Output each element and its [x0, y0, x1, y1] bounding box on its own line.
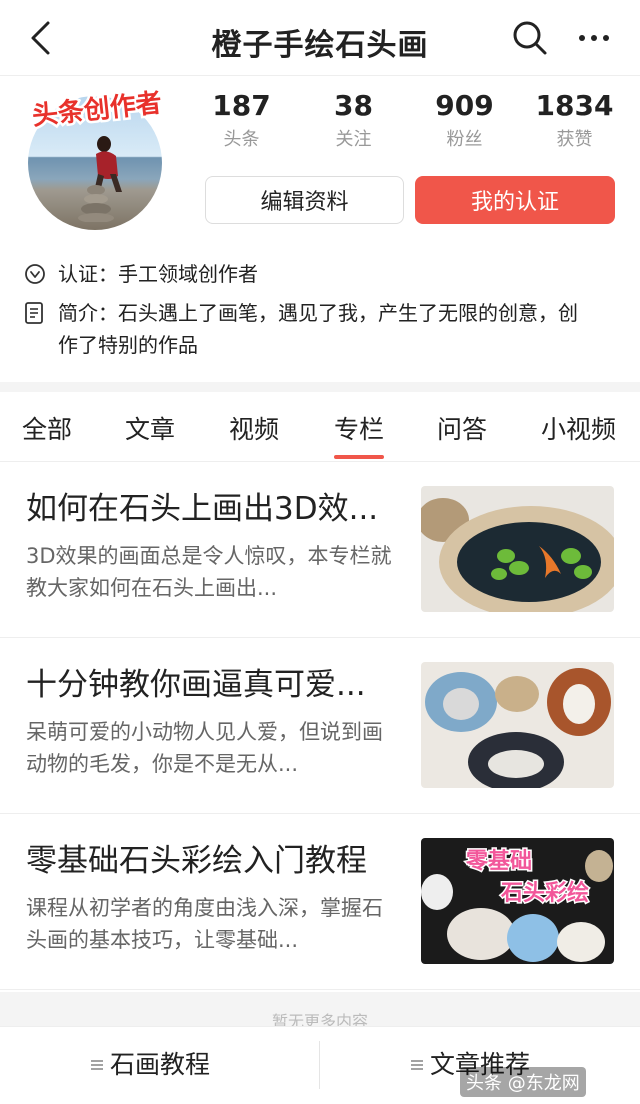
article-description: 3D效果的画面总是令人惊叹，本专栏就教大家如何在石头上画出...	[26, 544, 392, 600]
my-verification-button[interactable]: 我的认证	[415, 176, 615, 224]
creator-badge: 头条创作者	[28, 86, 165, 134]
section-divider	[0, 382, 640, 392]
stat-posts[interactable]: 187 头条	[186, 88, 297, 156]
list-item[interactable]: 如何在石头上画出3D效... 3D效果的画面总是令人惊叹，本专栏就教大家如何在石…	[0, 462, 640, 638]
avatar-section[interactable]: 头条创作者	[18, 76, 176, 230]
top-navbar: 橙子手绘石头画	[0, 0, 640, 76]
article-thumbnail: 零基础 石头彩绘	[421, 838, 614, 964]
article-description: 课程从初学者的角度由浅入深，掌握石头画的基本技巧，让零基础...	[26, 896, 383, 952]
stat-value: 187	[212, 89, 271, 122]
document-icon	[24, 297, 48, 329]
stat-label: 头条	[223, 129, 260, 150]
stats-row: 187 头条 38 关注 909 粉丝 1834 获赞	[186, 88, 630, 156]
search-icon	[513, 21, 547, 55]
more-horizontal-icon	[576, 35, 612, 41]
stat-value: 1834	[535, 89, 614, 122]
stones-photo-graphic	[78, 185, 114, 222]
article-description: 呆萌可爱的小动物人见人爱，但说到画动物的毛发，你是不是无从...	[26, 720, 383, 776]
bottom-left-label: 石画教程	[110, 1050, 211, 1079]
stat-label: 关注	[335, 129, 372, 150]
intro-text: 简介：石头遇上了画笔，遇见了我，产生了无限的创意，创作了特别的作品	[58, 301, 578, 357]
article-title: 零基础石头彩绘入门教程	[26, 843, 367, 879]
stat-value: 909	[435, 89, 494, 122]
stat-likes[interactable]: 1834 获赞	[519, 88, 630, 156]
menu-icon	[90, 1049, 104, 1078]
verification-info: 认证：手工领域创作者	[24, 258, 618, 290]
watermark: 头条 @东龙网	[460, 1067, 586, 1097]
article-thumbnail	[421, 662, 614, 788]
stat-label: 获赞	[556, 129, 593, 150]
stat-followers[interactable]: 909 粉丝	[410, 88, 519, 156]
verified-check-icon	[24, 258, 48, 290]
more-button[interactable]	[574, 18, 614, 58]
edit-profile-button[interactable]: 编辑资料	[205, 176, 404, 224]
tab-columns[interactable]: 专栏	[334, 410, 384, 446]
svg-text:零基础: 零基础	[465, 849, 532, 874]
active-tab-indicator	[334, 455, 384, 459]
article-title: 如何在石头上画出3D效...	[26, 491, 379, 527]
list-item[interactable]: 零基础石头彩绘入门教程 课程从初学者的角度由浅入深，掌握石头画的基本技巧，让零基…	[0, 814, 640, 990]
menu-icon	[410, 1049, 424, 1078]
content-tabs: 全部 文章 视频 专栏 问答 小视频	[0, 392, 640, 462]
bottom-divider	[319, 1041, 320, 1089]
stat-value: 38	[333, 89, 373, 122]
bottom-bar: 石画教程 文章推荐 头条 @东龙网	[0, 1026, 640, 1104]
article-thumbnail	[421, 486, 614, 612]
svg-text:石头彩绘: 石头彩绘	[500, 880, 589, 906]
search-button[interactable]	[510, 18, 550, 58]
tab-qa[interactable]: 问答	[437, 410, 487, 446]
no-more-content-text: 暂无更多内容	[0, 992, 640, 1026]
tab-short-videos[interactable]: 小视频	[541, 410, 616, 446]
svg-text:头条创作者: 头条创作者	[31, 88, 163, 131]
stat-following[interactable]: 38 关注	[297, 88, 410, 156]
tab-videos[interactable]: 视频	[229, 410, 279, 446]
verification-text: 认证：手工领域创作者	[58, 262, 258, 286]
stat-label: 粉丝	[446, 129, 483, 150]
tab-all[interactable]: 全部	[22, 410, 72, 446]
tab-articles[interactable]: 文章	[125, 410, 175, 446]
list-item[interactable]: 十分钟教你画逼真可爱... 呆萌可爱的小动物人见人爱，但说到画动物的毛发，你是不…	[0, 638, 640, 814]
stone-painting-tutorial-button[interactable]: 石画教程	[90, 1045, 210, 1081]
article-title: 十分钟教你画逼真可爱...	[26, 667, 366, 703]
intro-info: 简介：石头遇上了画笔，遇见了我，产生了无限的创意，创作了特别的作品	[24, 297, 588, 361]
